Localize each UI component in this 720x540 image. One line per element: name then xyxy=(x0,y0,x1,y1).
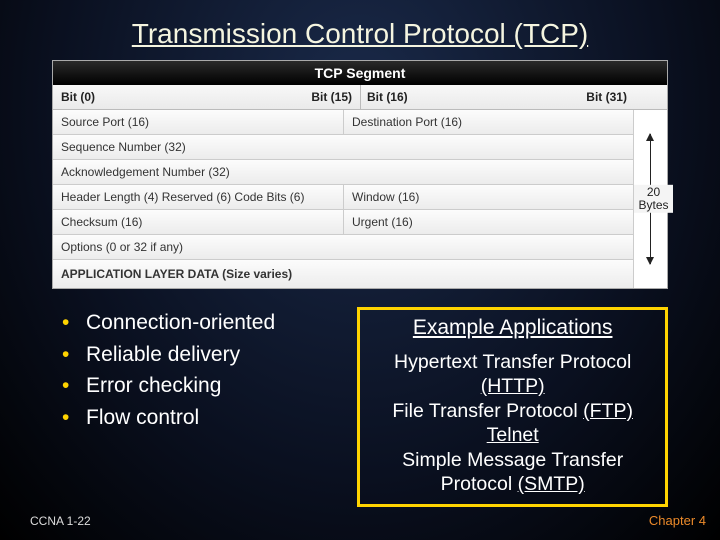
app-http-name: Hypertext Transfer Protocol xyxy=(394,351,631,373)
header-size-indicator: 20 Bytes xyxy=(633,110,667,288)
footer-slide-id: CCNA 1-22 xyxy=(30,514,91,528)
panel-body: Hypertext Transfer Protocol (HTTP) File … xyxy=(366,350,659,496)
row-options: Options (0 or 32 if any) xyxy=(53,234,633,259)
row-appdata: APPLICATION LAYER DATA (Size varies) xyxy=(53,259,633,288)
app-http-abbr: (HTTP) xyxy=(481,375,545,397)
app-ftp-abbr: (FTP) xyxy=(583,400,633,422)
diagram-caption: TCP Segment xyxy=(53,61,667,85)
example-applications-panel: Example Applications Hypertext Transfer … xyxy=(357,307,668,507)
slide-title: Transmission Control Protocol (TCP) xyxy=(0,0,720,60)
list-item: • Error checking xyxy=(52,370,335,402)
field-checksum: Checksum (16) xyxy=(53,210,343,234)
field-hlen-res-code: Header Length (4) Reserved (6) Code Bits… xyxy=(53,185,343,209)
panel-title: Example Applications xyxy=(366,316,659,340)
header-bytes-label: 20 Bytes xyxy=(634,185,673,213)
list-item: • Reliable delivery xyxy=(52,339,335,371)
field-window: Window (16) xyxy=(343,185,633,209)
bit-label-31: Bit (31) xyxy=(483,85,667,109)
field-seq-number: Sequence Number (32) xyxy=(53,135,633,159)
bullet-text: Error checking xyxy=(86,370,221,402)
row-checksum-urgent: Checksum (16) Urgent (16) xyxy=(53,209,633,234)
bullet-icon: • xyxy=(52,307,86,339)
app-smtp-abbr: (SMTP) xyxy=(518,473,585,495)
app-ftp-name: File Transfer Protocol xyxy=(392,400,583,422)
bit-label-0: Bit (0) xyxy=(53,85,299,109)
feature-bullets: • Connection-oriented • Reliable deliver… xyxy=(52,307,335,433)
tcp-segment-diagram: TCP Segment Bit (0) Bit (15) Bit (16) Bi… xyxy=(52,60,668,289)
field-source-port: Source Port (16) xyxy=(53,110,343,134)
app-smtp-name: Simple Message Transfer Protocol xyxy=(402,449,623,495)
row-ack: Acknowledgement Number (32) xyxy=(53,159,633,184)
bullet-text: Reliable delivery xyxy=(86,339,240,371)
field-urgent: Urgent (16) xyxy=(343,210,633,234)
field-options: Options (0 or 32 if any) xyxy=(53,235,633,259)
bullet-icon: • xyxy=(52,370,86,402)
field-dest-port: Destination Port (16) xyxy=(343,110,633,134)
bullet-icon: • xyxy=(52,339,86,371)
row-hlen-window: Header Length (4) Reserved (6) Code Bits… xyxy=(53,184,633,209)
bullet-icon: • xyxy=(52,402,86,434)
row-ports: Source Port (16) Destination Port (16) xyxy=(53,110,633,134)
field-appdata: APPLICATION LAYER DATA (Size varies) xyxy=(53,260,633,288)
field-ack-number: Acknowledgement Number (32) xyxy=(53,160,633,184)
bit-ruler: Bit (0) Bit (15) Bit (16) Bit (31) xyxy=(53,85,667,110)
segment-fields: Source Port (16) Destination Port (16) S… xyxy=(53,110,633,288)
row-seq: Sequence Number (32) xyxy=(53,134,633,159)
bit-label-15: Bit (15) xyxy=(299,85,360,109)
bullet-text: Connection-oriented xyxy=(86,307,275,339)
footer-chapter: Chapter 4 xyxy=(649,513,706,528)
bullet-text: Flow control xyxy=(86,402,199,434)
list-item: • Connection-oriented xyxy=(52,307,335,339)
bit-label-16: Bit (16) xyxy=(360,85,483,109)
list-item: • Flow control xyxy=(52,402,335,434)
app-telnet: Telnet xyxy=(487,424,539,446)
